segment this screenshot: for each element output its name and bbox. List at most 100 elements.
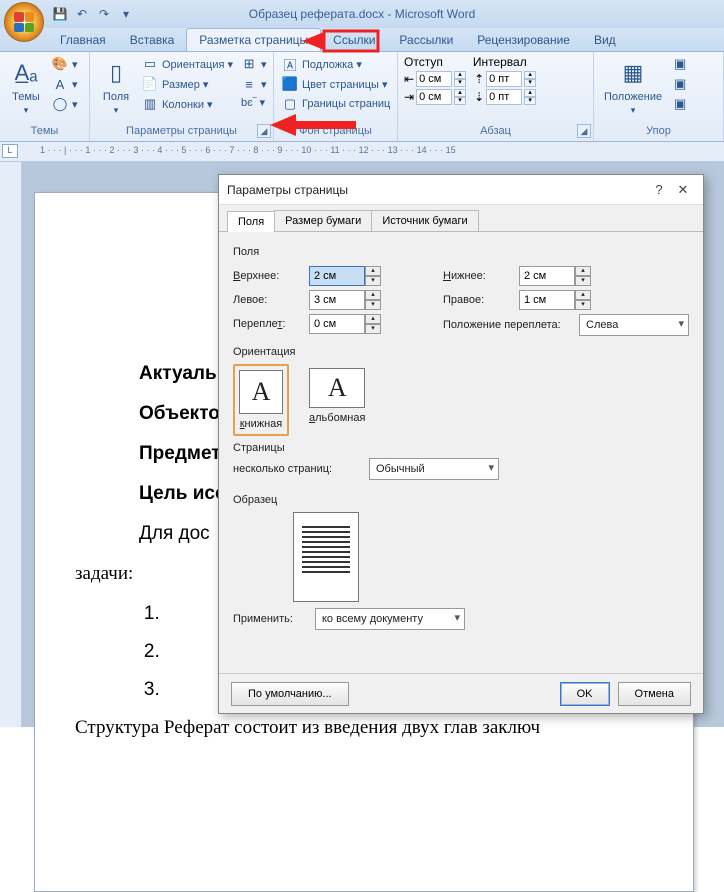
hyphenation-button[interactable]: bє‾ ▾ (239, 95, 269, 110)
undo-icon[interactable]: ↶ (74, 6, 90, 22)
ribbon: A̲ₐ Темы▾ 🎨▾ A▾ ◯▾ Темы ▯ Поля▾ ▭Ориента… (0, 52, 724, 142)
page-setup-launcher[interactable]: ◢ (257, 124, 271, 138)
indent-left-field[interactable]: ⇤▴▾ (404, 71, 466, 87)
qat-more-icon[interactable]: ▾ (118, 6, 134, 22)
tab-home[interactable]: Главная (48, 29, 118, 51)
space-before-icon: ⇡ (474, 72, 484, 86)
section-orientation: Ориентация (233, 346, 689, 358)
themes-label: Темы (12, 91, 40, 103)
page-borders-icon: ▢ (282, 96, 298, 112)
ribbon-group-page-bg: 🄰Подложка ▾ 🟦Цвет страницы ▾ ▢Границы ст… (274, 52, 398, 141)
ribbon-group-paragraph: Отступ Интервал ⇤▴▾ ⇡▴▾ ⇥▴▾ ⇣▴▾ Абзац ◢ (398, 52, 594, 141)
page-color-button[interactable]: 🟦Цвет страницы ▾ (280, 75, 392, 93)
indent-right-icon: ⇥ (404, 90, 414, 104)
position-button[interactable]: ▦ Положение▾ (600, 55, 666, 118)
colors-icon: 🎨 (52, 56, 68, 72)
line-numbers-button[interactable]: ≡▾ (239, 75, 269, 93)
margins-button[interactable]: ▯ Поля▾ (96, 55, 136, 118)
space-after-field[interactable]: ⇣▴▾ (474, 89, 536, 105)
tab-review[interactable]: Рецензирование (465, 29, 582, 51)
cancel-button[interactable]: Отмена (618, 682, 691, 706)
ok-button[interactable]: OK (560, 682, 610, 706)
bottom-margin-field[interactable]: ▴▾ (519, 266, 591, 286)
doc-text: Актуаль (139, 363, 217, 384)
arrange-opt3[interactable]: ▣ (670, 95, 690, 113)
orientation-icon: ▭ (142, 56, 158, 72)
right-margin-field[interactable]: ▴▾ (519, 290, 591, 310)
tab-selector[interactable]: L (2, 144, 18, 158)
theme-fonts-button[interactable]: A▾ (50, 75, 80, 93)
quick-access-toolbar: 💾 ↶ ↷ ▾ (52, 6, 134, 22)
watermark-button[interactable]: 🄰Подложка ▾ (280, 55, 392, 73)
horizontal-ruler[interactable]: L 1 · · · | · · · 1 · · · 2 · · · 3 · · … (0, 142, 724, 162)
dialog-titlebar[interactable]: Параметры страницы ? ✕ (219, 175, 703, 205)
themes-button[interactable]: A̲ₐ Темы▾ (6, 55, 46, 118)
portrait-option[interactable]: A книжная (233, 364, 289, 436)
section-sample: Образец (233, 494, 689, 506)
ribbon-group-page-setup: ▯ Поля▾ ▭Ориентация ▾ 📄Размер ▾ ▥Колонки… (90, 52, 274, 141)
doc-text: Предмет (139, 443, 221, 464)
dialog-tab-paper[interactable]: Размер бумаги (274, 210, 372, 231)
ribbon-group-arrange: ▦ Положение▾ ▣ ▣ ▣ Упор (594, 52, 724, 141)
size-button[interactable]: 📄Размер ▾ (140, 75, 235, 93)
arrange-opt1[interactable]: ▣ (670, 55, 690, 73)
save-icon[interactable]: 💾 (52, 6, 68, 22)
office-button[interactable] (4, 2, 44, 42)
gutter-pos-select[interactable]: Слева (579, 314, 689, 336)
dialog-title: Параметры страницы (227, 183, 647, 197)
default-button[interactable]: По умолчанию... (231, 682, 349, 706)
multipage-select[interactable]: Обычный (369, 458, 499, 480)
indent-label: Отступ (404, 55, 443, 69)
columns-button[interactable]: ▥Колонки ▾ (140, 95, 235, 113)
tab-links[interactable]: Ссылки (321, 29, 387, 51)
tab-layout[interactable]: Разметка страницы (186, 28, 321, 51)
left-margin-field[interactable]: ▴▾ (309, 290, 381, 310)
watermark-icon: 🄰 (282, 56, 298, 72)
doc-text: Структура Реферат состоит из введения дв… (75, 717, 653, 739)
paragraph-group-label: Абзац (404, 123, 587, 139)
margins-icon: ▯ (100, 57, 132, 89)
tab-view[interactable]: Вид (582, 29, 628, 51)
doc-text: Для дос (139, 523, 210, 544)
portrait-icon: A (239, 370, 283, 414)
gutter-field[interactable]: ▴▾ (309, 314, 381, 334)
indent-left-icon: ⇤ (404, 72, 414, 86)
page-setup-dialog: Параметры страницы ? ✕ Поля Размер бумаг… (218, 174, 704, 714)
doc-text: Объекто (139, 403, 220, 424)
margins-label: Поля (103, 91, 129, 103)
indent-right-field[interactable]: ⇥▴▾ (404, 89, 466, 105)
arrange-group-label: Упор (600, 123, 717, 139)
redo-icon[interactable]: ↷ (96, 6, 112, 22)
tab-insert[interactable]: Вставка (118, 29, 187, 51)
help-button[interactable]: ? (647, 179, 671, 201)
page-borders-button[interactable]: ▢Границы страниц (280, 95, 392, 113)
page-color-icon: 🟦 (282, 76, 298, 92)
landscape-option[interactable]: A альбомная (305, 364, 369, 436)
paragraph-launcher[interactable]: ◢ (577, 124, 591, 138)
theme-effects-button[interactable]: ◯▾ (50, 95, 80, 113)
theme-colors-button[interactable]: 🎨▾ (50, 55, 80, 73)
tab-mail[interactable]: Рассылки (387, 29, 465, 51)
page-bg-group-label: Фон страницы (280, 123, 391, 139)
gutter-label: Переплет: (233, 318, 303, 330)
space-before-field[interactable]: ⇡▴▾ (474, 71, 536, 87)
close-icon[interactable]: ✕ (671, 179, 695, 201)
page-setup-group-label: Параметры страницы (96, 123, 267, 139)
dialog-tab-source[interactable]: Источник бумаги (371, 210, 478, 231)
top-label: Верхнее: (233, 270, 303, 282)
orientation-button[interactable]: ▭Ориентация ▾ (140, 55, 235, 73)
space-after-icon: ⇣ (474, 90, 484, 104)
arrange-opt2[interactable]: ▣ (670, 75, 690, 93)
section-fields: Поля (233, 246, 689, 258)
position-label: Положение (604, 91, 662, 103)
effects-icon: ◯ (52, 96, 68, 112)
apply-select[interactable]: ко всему документу (315, 608, 465, 630)
dialog-tab-fields[interactable]: Поля (227, 211, 275, 232)
vertical-ruler[interactable] (0, 162, 22, 727)
themes-group-label: Темы (6, 123, 83, 139)
ribbon-tabs: Главная Вставка Разметка страницы Ссылки… (0, 28, 724, 52)
breaks-button[interactable]: ⊞▾ (239, 55, 269, 73)
top-margin-field[interactable]: ▴▾ (309, 266, 381, 286)
doc-text: Цель исс (139, 483, 226, 504)
fonts-icon: A (52, 76, 68, 92)
